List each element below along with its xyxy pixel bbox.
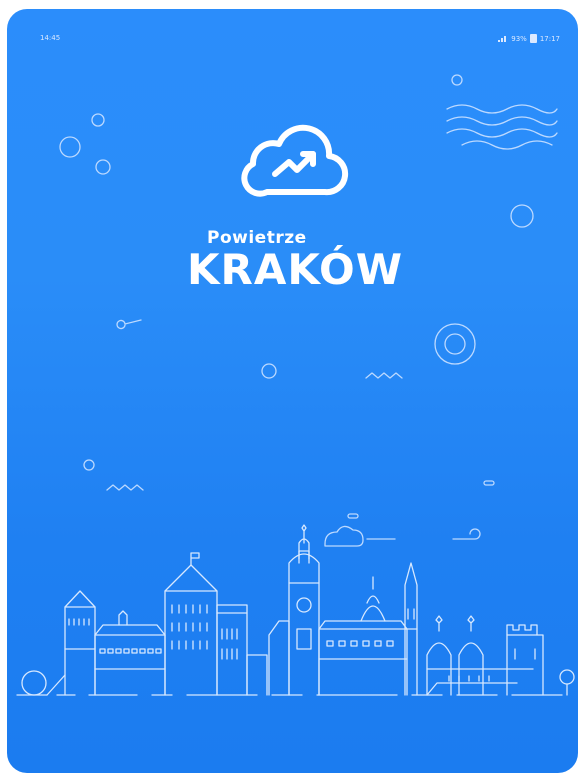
splash-screen: 14:45 93% 17:17 Powietrze KRAKÓW (7, 9, 578, 773)
app-title: KRAKÓW (187, 245, 404, 294)
cloud-chart-icon (241, 124, 349, 197)
